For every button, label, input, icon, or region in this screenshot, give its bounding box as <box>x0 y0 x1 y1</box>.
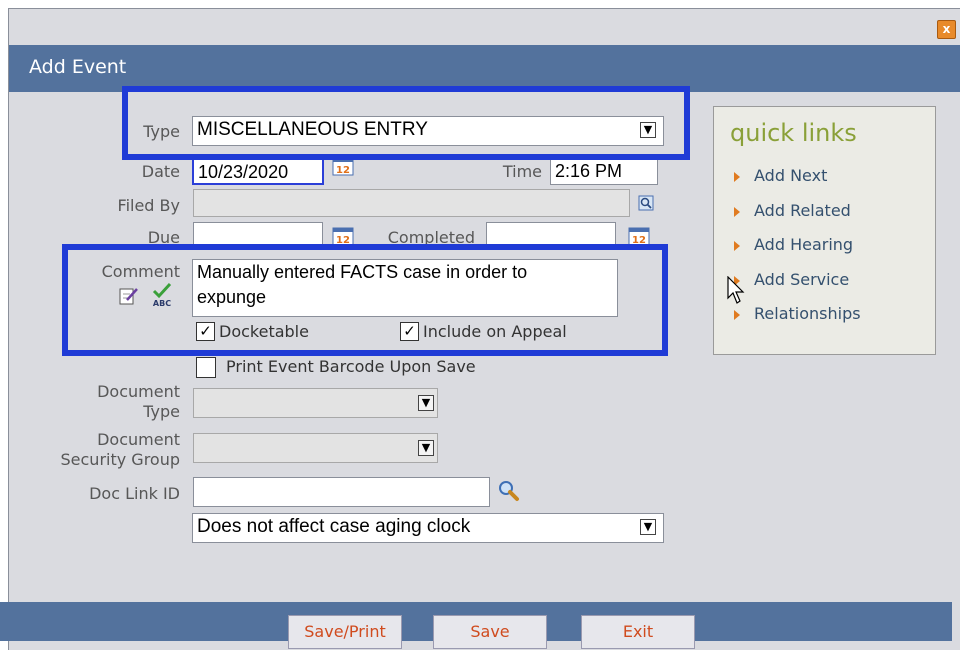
exit-button[interactable]: Exit <box>581 615 695 649</box>
document-type-dropdown-icon[interactable]: ▼ <box>418 395 434 411</box>
quick-link-label: Add Hearing <box>754 235 854 254</box>
quick-link-label: Add Related <box>754 201 851 220</box>
print-barcode-label: Print Event Barcode Upon Save <box>226 357 476 376</box>
document-type-label: Document Type <box>40 382 180 422</box>
dialog-title-bar <box>9 45 960 92</box>
time-input[interactable]: 2:16 PM <box>550 157 658 185</box>
case-aging-value: Does not affect case aging clock <box>197 516 471 537</box>
dialog-title: Add Event <box>29 56 127 78</box>
quick-link-relationships[interactable]: Relationships <box>734 304 861 323</box>
document-security-label-line1: Document <box>97 430 180 449</box>
document-security-label-line2: Security Group <box>60 450 181 469</box>
due-calendar-icon[interactable]: 12 <box>332 224 354 246</box>
quick-link-label: Add Next <box>754 166 828 185</box>
case-aging-select[interactable]: Does not affect case aging clock <box>192 513 664 543</box>
quick-link-add-next[interactable]: Add Next <box>734 166 827 185</box>
case-aging-dropdown-icon[interactable]: ▼ <box>640 519 656 535</box>
document-type-label-line2: Type <box>143 402 180 421</box>
filed-by-label: Filed By <box>117 196 180 215</box>
doc-link-label: Doc Link ID <box>89 484 180 503</box>
arrow-right-icon <box>734 240 740 251</box>
document-security-dropdown-icon[interactable]: ▼ <box>418 440 434 456</box>
quick-link-label: Add Service <box>754 270 850 289</box>
search-icon[interactable] <box>496 479 520 503</box>
quick-link-add-related[interactable]: Add Related <box>734 201 851 220</box>
quick-link-add-service[interactable]: Add Service <box>734 270 849 289</box>
date-calendar-number: 12 <box>336 165 350 176</box>
window-top-strip <box>9 9 960 45</box>
filed-by-input[interactable] <box>193 189 630 217</box>
date-input[interactable]: 10/23/2020 <box>192 157 324 185</box>
save-print-button[interactable]: Save/Print <box>288 615 402 649</box>
arrow-right-icon <box>734 206 740 217</box>
type-highlight-box <box>122 86 690 160</box>
mouse-cursor-icon <box>727 276 745 304</box>
arrow-right-icon <box>734 309 740 320</box>
date-value: 10/23/2020 <box>198 162 289 182</box>
lookup-icon[interactable] <box>638 195 654 211</box>
arrow-right-icon <box>734 171 740 182</box>
document-security-label: Document Security Group <box>10 430 181 470</box>
print-barcode-checkbox[interactable] <box>196 357 216 378</box>
date-label: Date <box>141 162 180 181</box>
time-label: Time <box>502 162 542 181</box>
document-type-label-line1: Document <box>97 382 180 401</box>
comment-highlight-box <box>62 244 668 356</box>
document-security-select[interactable] <box>193 433 438 463</box>
completed-calendar-icon[interactable]: 12 <box>628 224 650 246</box>
time-value: 2:16 PM <box>555 161 623 181</box>
close-icon: x <box>942 22 951 36</box>
doc-link-input[interactable] <box>193 477 490 507</box>
close-button[interactable]: x <box>937 20 956 39</box>
document-type-select[interactable] <box>193 388 438 418</box>
save-button[interactable]: Save <box>433 615 547 649</box>
quick-links-panel: quick links Add Next Add Related Add Hea… <box>713 106 936 355</box>
quick-links-title: quick links <box>730 119 857 147</box>
quick-link-label: Relationships <box>754 304 861 323</box>
quick-link-add-hearing[interactable]: Add Hearing <box>734 235 853 254</box>
